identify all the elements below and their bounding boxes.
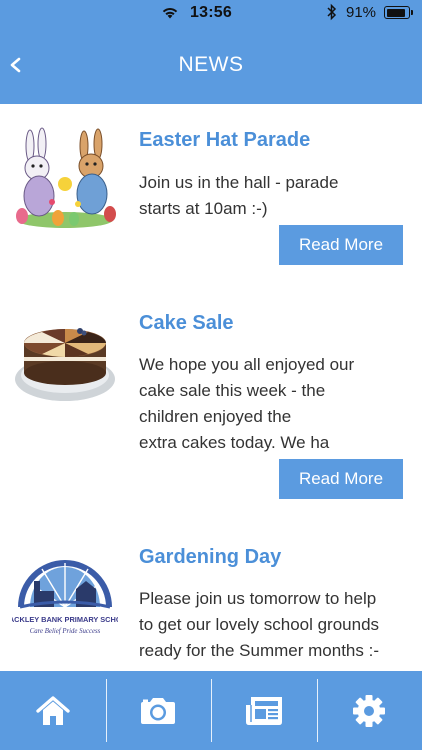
newspaper-icon	[245, 696, 282, 725]
news-list[interactable]: Easter Hat Parade Join us in the hall - …	[0, 104, 422, 671]
tab-news[interactable]	[211, 671, 317, 750]
excerpt-line: ready for the Summer months :-	[139, 641, 379, 660]
excerpt-line: to get our lovely school grounds	[139, 615, 380, 634]
excerpt-line: Please join us tomorrow to help	[139, 589, 377, 608]
nav-bar: NEWS	[0, 26, 422, 104]
battery-icon	[384, 6, 413, 19]
easter-bunnies-image	[16, 127, 116, 228]
battery-percent: 91%	[346, 4, 377, 21]
read-more-button[interactable]: Read More	[279, 225, 403, 265]
news-excerpt: We hope you all enjoyed our cake sale th…	[139, 352, 407, 456]
school-logo-name: CRACKLEY BANK PRIMARY SCHOOL	[12, 615, 118, 624]
excerpt-line: children enjoyed the	[139, 407, 292, 426]
news-title[interactable]: Cake Sale	[139, 312, 234, 335]
camera-icon	[141, 697, 176, 724]
excerpt-line: We hope you all enjoyed our	[139, 355, 355, 374]
cake-image	[15, 328, 115, 401]
news-excerpt: Join us in the hall - parade starts at 1…	[139, 170, 407, 222]
tab-home[interactable]	[0, 671, 106, 750]
excerpt-line: Join us in the hall - parade	[139, 173, 339, 192]
news-title[interactable]: Easter Hat Parade	[139, 129, 310, 152]
school-logo-image: CRACKLEY BANK PRIMARY SCHOOL Care Belief…	[12, 560, 118, 635]
news-excerpt: Please join us tomorrow to help to get o…	[139, 586, 407, 664]
page-title: NEWS	[178, 53, 244, 76]
school-logo-motto: Care Belief Pride Success	[30, 628, 101, 635]
read-more-button[interactable]: Read More	[279, 459, 403, 499]
excerpt-line: cake sale this week - the	[139, 381, 326, 400]
bluetooth-icon	[327, 3, 337, 21]
tab-photos[interactable]	[105, 671, 212, 750]
excerpt-line: starts at 10am :-)	[139, 199, 268, 218]
news-title[interactable]: Gardening Day	[139, 546, 281, 569]
tab-bar	[0, 671, 422, 750]
status-bar: 13:56 91%	[0, 0, 422, 26]
excerpt-line: extra cakes today. We ha	[139, 433, 330, 452]
tab-settings[interactable]	[316, 671, 422, 750]
gear-icon	[353, 694, 386, 727]
home-icon	[36, 695, 70, 725]
